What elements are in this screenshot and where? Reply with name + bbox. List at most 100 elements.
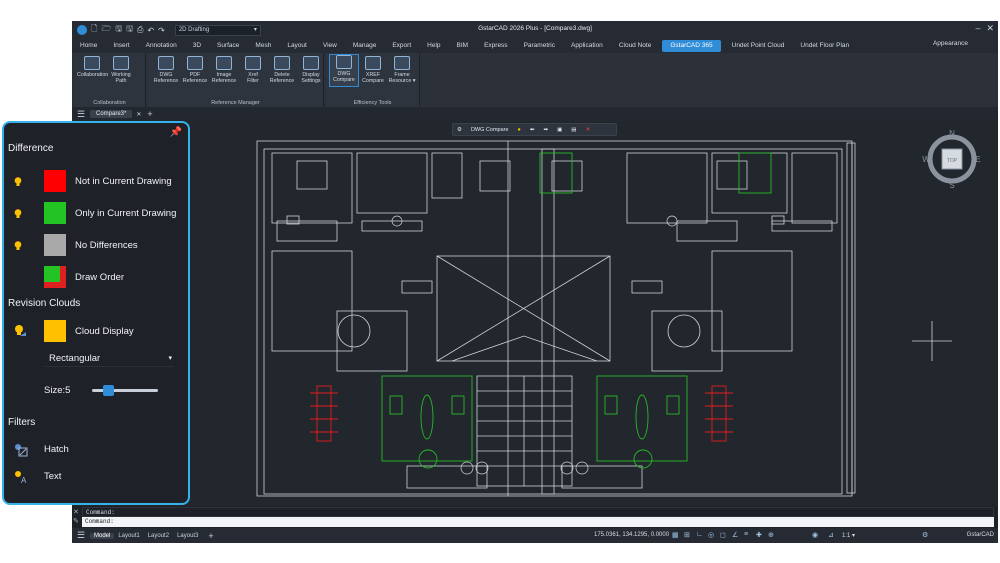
- ribbon-button-image-reference[interactable]: Image Reference: [209, 56, 239, 84]
- visibility-bulb-icon[interactable]: [14, 238, 22, 250]
- ribbon-tab-cloud-note[interactable]: Cloud Note: [611, 40, 660, 52]
- compare-gear-icon[interactable]: ⚙: [457, 127, 462, 133]
- close-tab-icon[interactable]: ✕: [136, 111, 141, 118]
- next-arrow-icon[interactable]: ➡: [543, 127, 548, 133]
- bulb-icon[interactable]: ●: [518, 127, 521, 133]
- cloud-shape-dropdown[interactable]: Rectangular ▾: [44, 351, 174, 367]
- scale-icon[interactable]: ⊿: [828, 531, 834, 539]
- minimize-icon[interactable]: –: [975, 23, 980, 34]
- layout-tab-layout2[interactable]: Layout2: [144, 533, 173, 539]
- layout-tab-model[interactable]: Model: [90, 532, 115, 539]
- ribbon-tab-mesh[interactable]: Mesh: [247, 40, 279, 52]
- visibility-bulb-icon[interactable]: [14, 174, 22, 186]
- layout-tab-layout1[interactable]: Layout1: [114, 533, 143, 539]
- ribbon-tab-3d[interactable]: 3D: [185, 40, 209, 52]
- annotation-icon[interactable]: ⊕: [768, 531, 774, 539]
- snap-icon[interactable]: ⊞: [684, 531, 690, 539]
- color-swatch[interactable]: [44, 202, 66, 224]
- difference-row: Draw Order: [4, 266, 188, 290]
- ribbon-button-delete-reference[interactable]: Delete Reference: [267, 56, 297, 84]
- ribbon-tab-layout[interactable]: Layout: [279, 40, 315, 52]
- isolate-icon[interactable]: ◉: [812, 531, 818, 539]
- color-swatch[interactable]: [44, 234, 66, 256]
- ribbon-button-display-settings[interactable]: Display Settings: [296, 56, 326, 84]
- ribbon-button-dwg-compare[interactable]: DWG Compare: [329, 54, 359, 87]
- hatch-filter-label[interactable]: Hatch: [44, 444, 69, 455]
- appearance-menu[interactable]: Appearance: [933, 40, 968, 47]
- cloud-color-swatch[interactable]: [44, 320, 66, 342]
- drawing-canvas[interactable]: ⚙ DWG Compare ● ⬅ ➡ ▣ ▤ ✕ TOP N S E W: [72, 121, 998, 506]
- ribbon-button-pdf-reference[interactable]: PDF Reference: [180, 56, 210, 84]
- workspace-dropdown[interactable]: 2D Drafting: [174, 24, 261, 36]
- new-layout-icon[interactable]: +: [208, 531, 213, 541]
- ortho-icon[interactable]: ∟: [696, 531, 703, 538]
- ribbon-tab-application[interactable]: Application: [563, 40, 611, 52]
- viewcube-compass[interactable]: TOP N S E W: [922, 129, 982, 189]
- cloud-bulb-icon[interactable]: [14, 324, 28, 338]
- ribbon-tab-gstarcad-365[interactable]: GstarCAD 365: [662, 40, 721, 52]
- ribbon: Collaboration Working Path Collaboration DWG…: [72, 53, 998, 107]
- ribbon-tab-annotation[interactable]: Annotation: [138, 40, 185, 52]
- text-filter-label[interactable]: Text: [44, 471, 61, 482]
- otrack-icon[interactable]: ∠: [732, 531, 738, 539]
- print-icon[interactable]: ⎙: [137, 25, 143, 35]
- snapshot-icon[interactable]: ▣: [557, 127, 562, 133]
- visibility-bulb-icon: [14, 270, 22, 280]
- lineweight-icon[interactable]: ≡: [744, 531, 748, 538]
- save-icon[interactable]: 🖫: [115, 23, 122, 37]
- ribbon-button-xref-compare[interactable]: XREF Compare: [358, 56, 388, 84]
- grid-icon[interactable]: ▦: [672, 531, 679, 539]
- exit-compare-icon[interactable]: ✕: [585, 127, 590, 133]
- ribbon-button-frame-resource[interactable]: Frame Resource ▾: [387, 56, 417, 84]
- size-slider-thumb[interactable]: [103, 385, 115, 396]
- ribbon-button-dwg-reference[interactable]: DWG Reference: [151, 56, 181, 84]
- settings-gear-icon[interactable]: ⚙: [922, 531, 928, 539]
- previous-arrow-icon[interactable]: ⬅: [530, 127, 535, 133]
- open-file-icon[interactable]: 🗁: [101, 23, 111, 37]
- ribbon-button-working-path[interactable]: Working Path: [106, 56, 136, 84]
- ribbon-tab-manage[interactable]: Manage: [345, 40, 385, 52]
- ribbon-tab-export[interactable]: Export: [384, 40, 419, 52]
- close-command-icon[interactable]: ✕: [73, 509, 79, 516]
- customize-command-icon[interactable]: ✎: [73, 518, 79, 525]
- ribbon-button-xref-filter[interactable]: Xref Filter: [238, 56, 268, 84]
- ribbon-tab-insert[interactable]: Insert: [105, 40, 137, 52]
- ribbon-tab-parametric[interactable]: Parametric: [516, 40, 563, 52]
- annotation-scale[interactable]: 1:1 ▾: [842, 532, 855, 539]
- undo-icon[interactable]: ↶: [147, 26, 154, 35]
- text-filter-icon[interactable]: A: [14, 470, 28, 484]
- ribbon-button-icon: [113, 56, 129, 70]
- ribbon-tab-surface[interactable]: Surface: [209, 40, 247, 52]
- export-icon[interactable]: ▤: [571, 127, 576, 133]
- new-tab-icon[interactable]: +: [147, 109, 152, 119]
- color-swatch[interactable]: [44, 266, 66, 288]
- status-menu-icon[interactable]: ☰: [72, 530, 90, 541]
- size-slider[interactable]: [92, 385, 158, 396]
- menu-icon[interactable]: ☰: [72, 109, 90, 120]
- ribbon-button-collaboration[interactable]: Collaboration: [77, 56, 108, 78]
- save-as-icon[interactable]: 🖫: [126, 23, 133, 37]
- layout-tabs: Model Layout1 Layout2 Layout3: [90, 532, 202, 539]
- osnap-icon[interactable]: ◻: [720, 531, 726, 539]
- difference-row: Not in Current Drawing: [4, 170, 188, 194]
- layout-tab-layout3[interactable]: Layout3: [173, 533, 202, 539]
- redo-icon[interactable]: ↷: [158, 26, 165, 35]
- visibility-bulb-icon[interactable]: [14, 206, 22, 218]
- document-tab[interactable]: Compare3*: [90, 110, 133, 118]
- ribbon-tab-undet-floor-plan[interactable]: Undet Floor Plan: [792, 40, 857, 52]
- ribbon-tab-view[interactable]: View: [315, 40, 345, 52]
- command-input[interactable]: Command:: [82, 517, 994, 527]
- color-swatch[interactable]: [44, 170, 66, 192]
- new-file-icon[interactable]: 🗋: [91, 23, 97, 37]
- ribbon-tab-undet-point-cloud[interactable]: Undet Point Cloud: [724, 40, 793, 52]
- selection-icon[interactable]: ✚: [756, 531, 762, 539]
- ribbon-tab-bim[interactable]: BIM: [449, 40, 477, 52]
- ribbon-tab-help[interactable]: Help: [419, 40, 448, 52]
- ribbon-tab-express[interactable]: Express: [476, 40, 515, 52]
- app-logo-icon[interactable]: [77, 25, 87, 35]
- polar-icon[interactable]: ◎: [708, 531, 714, 539]
- hatch-filter-icon[interactable]: [14, 443, 28, 457]
- close-icon[interactable]: ✕: [986, 23, 994, 34]
- ribbon-tab-home[interactable]: Home: [72, 40, 105, 52]
- pin-icon[interactable]: 📌: [170, 127, 182, 138]
